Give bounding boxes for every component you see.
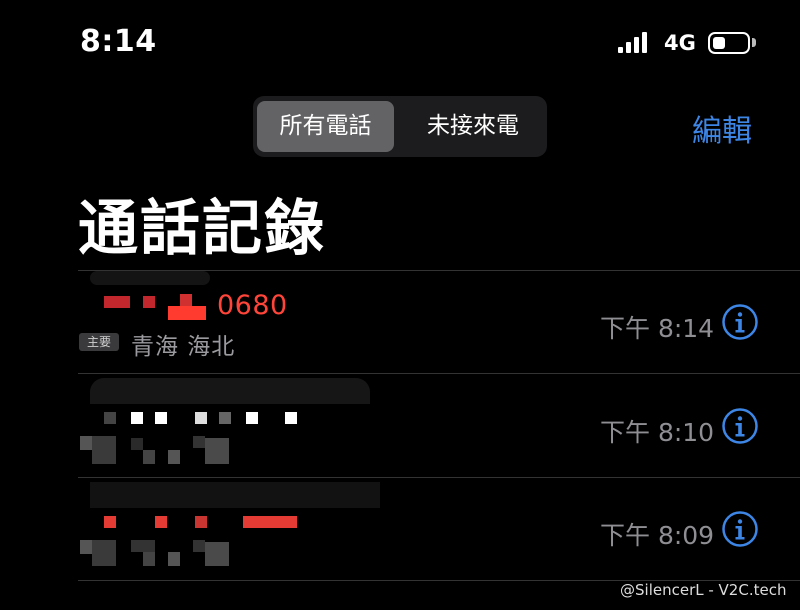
pixelated-location	[193, 436, 205, 448]
pixelated-name	[90, 482, 380, 508]
pixelated-name	[168, 306, 206, 320]
divider	[78, 373, 800, 374]
caller-location: 青海 海北	[131, 334, 236, 360]
caller-number: 0680	[217, 290, 288, 321]
pixelated-name	[155, 412, 167, 424]
call-time: 下午 8:09	[600, 521, 715, 550]
pixelated-name	[219, 412, 231, 424]
pixelated-name	[195, 412, 207, 424]
pixelated-name	[143, 296, 155, 308]
network-type: 4G	[664, 31, 696, 55]
info-icon[interactable]	[721, 407, 759, 445]
pixelated-location	[193, 540, 205, 552]
pixelated-name	[104, 296, 130, 308]
pixelated-name	[90, 271, 210, 285]
edit-button[interactable]: 編輯	[692, 106, 752, 150]
pixelated-name	[90, 378, 370, 404]
pixelated-location	[92, 540, 116, 566]
pixelated-name	[195, 516, 207, 528]
pixelated-name	[104, 412, 116, 424]
pixelated-name	[155, 516, 167, 528]
call-time: 下午 8:14	[600, 314, 715, 343]
pixelated-name	[285, 412, 297, 424]
tab-missed-calls[interactable]: 未接來電	[403, 101, 543, 152]
label-badge: 主要	[79, 333, 119, 351]
call-time: 下午 8:10	[600, 418, 715, 447]
pixelated-location	[131, 540, 155, 552]
pixelated-location	[80, 436, 92, 450]
pixelated-location	[143, 552, 155, 566]
pixelated-name	[104, 516, 116, 528]
pixelated-name	[131, 412, 143, 424]
watermark: @SilencerL - V2C.tech	[620, 581, 787, 599]
page-title: 通話記錄	[78, 194, 326, 264]
pixelated-name	[243, 516, 297, 528]
signal-icon	[618, 32, 647, 53]
info-icon[interactable]	[721, 303, 759, 341]
pixelated-location	[168, 552, 180, 566]
pixelated-location	[168, 450, 180, 464]
info-icon[interactable]	[721, 510, 759, 548]
pixelated-location	[205, 438, 229, 464]
tab-all-calls[interactable]: 所有電話	[257, 101, 394, 152]
segmented-control: 所有電話 未接來電	[253, 96, 547, 157]
pixelated-name	[246, 412, 258, 424]
pixelated-name	[180, 294, 192, 306]
pixelated-location	[92, 436, 116, 464]
pixelated-location	[131, 438, 143, 450]
battery-icon	[708, 32, 750, 54]
battery-tip	[752, 38, 756, 47]
divider	[78, 477, 800, 478]
pixelated-location	[143, 450, 155, 464]
pixelated-location	[205, 542, 229, 566]
pixelated-location	[80, 540, 92, 554]
status-time: 8:14	[80, 24, 157, 59]
